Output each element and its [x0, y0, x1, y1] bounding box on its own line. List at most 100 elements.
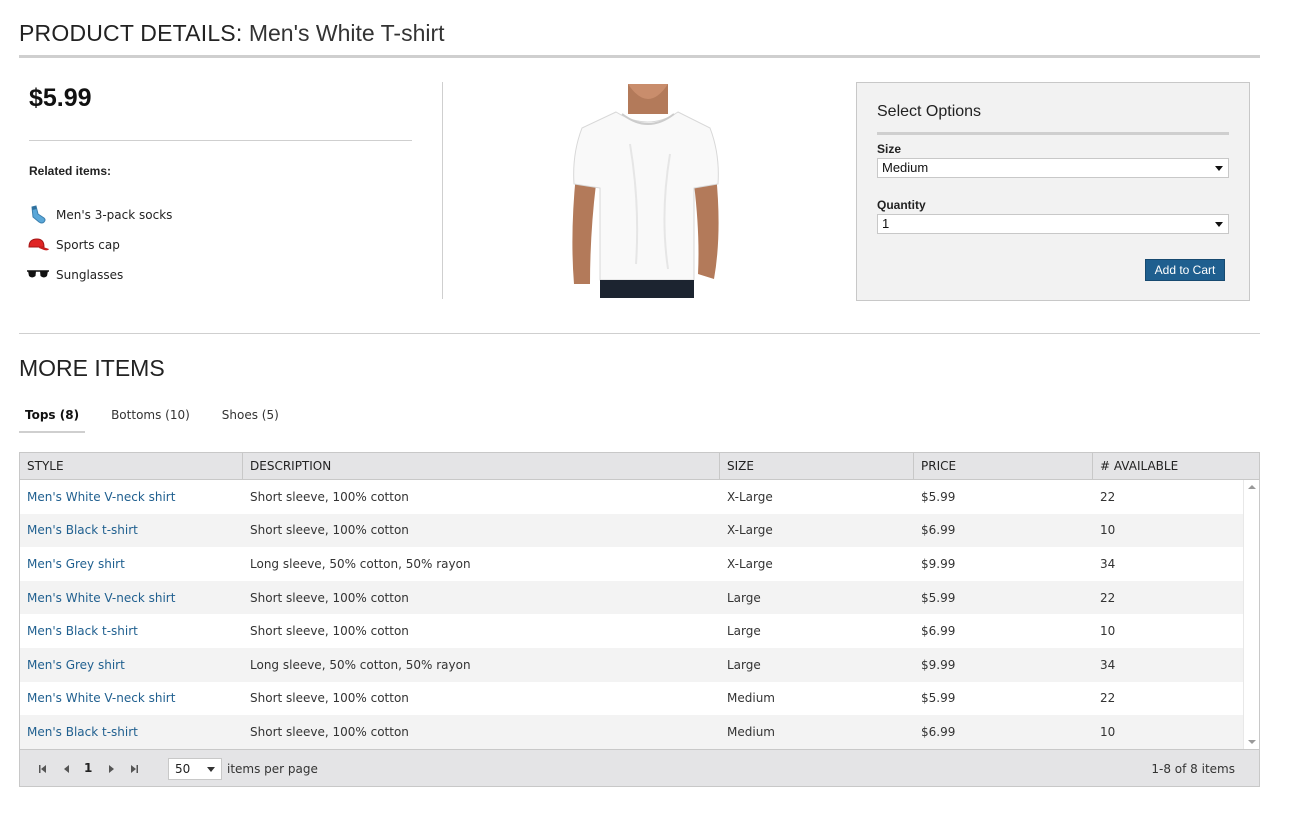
divider — [29, 140, 412, 141]
add-to-cart-button[interactable]: Add to Cart — [1145, 259, 1225, 281]
size-label: Size — [877, 142, 902, 156]
grid-body: Men's White V-neck shirt Short sleeve, 10… — [20, 480, 1243, 749]
item-style-link[interactable]: Men's White V-neck shirt — [20, 490, 243, 504]
quantity-select-value: 1 — [882, 216, 890, 231]
column-header-available[interactable]: # AVAILABLE — [1093, 453, 1259, 479]
items-grid: STYLE DESCRIPTION SIZE PRICE # AVAILABLE… — [19, 452, 1260, 787]
related-item-label: Sunglasses — [56, 268, 124, 282]
related-item[interactable]: Men's 3-pack socks — [26, 200, 172, 230]
item-style-link[interactable]: Men's Black t-shirt — [20, 725, 243, 739]
column-header-price[interactable]: PRICE — [914, 453, 1093, 479]
size-select-value: Medium — [882, 160, 929, 175]
cell-size: Large — [727, 657, 761, 672]
chevron-down-icon — [1215, 166, 1223, 171]
more-items-title: MORE ITEMS — [19, 355, 165, 381]
page-title-label: PRODUCT DETAILS: — [19, 20, 243, 46]
item-style-link[interactable]: Men's White V-neck shirt — [20, 591, 243, 605]
cell-description: Long sleeve, 50% cotton, 50% rayon — [250, 657, 471, 672]
related-item[interactable]: Sunglasses — [26, 260, 172, 290]
tab-bottoms[interactable]: Bottoms (10) — [105, 400, 196, 433]
cell-price: $5.99 — [921, 590, 956, 605]
item-style-link[interactable]: Men's Grey shirt — [20, 658, 243, 672]
cell-size: X-Large — [727, 489, 773, 504]
size-select[interactable]: Medium — [877, 158, 1229, 178]
cell-description: Short sleeve, 100% cotton — [250, 724, 409, 739]
table-row[interactable]: Men's Black t-shirt Short sleeve, 100% co… — [20, 715, 1243, 749]
pager: 1 50 items per page 1-8 of 8 items — [20, 749, 1259, 786]
column-header-style[interactable]: STYLE — [20, 453, 243, 479]
next-page-icon[interactable] — [104, 762, 118, 776]
related-item-label: Sports cap — [56, 238, 120, 252]
product-price: $5.99 — [29, 84, 92, 112]
cell-available: 34 — [1100, 657, 1116, 672]
scroll-down-icon[interactable] — [1248, 740, 1256, 744]
grid-header: STYLE DESCRIPTION SIZE PRICE # AVAILABLE — [20, 453, 1259, 480]
current-page-number[interactable]: 1 — [84, 761, 92, 775]
table-row[interactable]: Men's White V-neck shirt Short sleeve, 10… — [20, 580, 1243, 615]
product-image — [560, 84, 732, 298]
quantity-label: Quantity — [877, 198, 926, 212]
cell-available: 34 — [1100, 556, 1116, 571]
table-row[interactable]: Men's Grey shirt Long sleeve, 50% cotton,… — [20, 547, 1243, 581]
page-size-select[interactable]: 50 — [168, 758, 222, 780]
cell-price: $9.99 — [921, 556, 956, 571]
item-style-link[interactable]: Men's Grey shirt — [20, 557, 243, 571]
cell-price: $6.99 — [921, 624, 956, 639]
sunglasses-icon — [26, 265, 50, 285]
cell-description: Short sleeve, 100% cotton — [250, 624, 409, 639]
page-title-product: Men's White T-shirt — [242, 20, 445, 46]
item-style-link[interactable]: Men's White V-neck shirt — [20, 691, 243, 705]
tab-tops[interactable]: Tops (8) — [19, 400, 86, 433]
related-items-list: Men's 3-pack socks Sports cap Sunglasses — [26, 200, 172, 290]
pager-info: 1-8 of 8 items — [1151, 762, 1235, 776]
cell-size: Medium — [727, 724, 775, 739]
related-item[interactable]: Sports cap — [26, 230, 172, 260]
item-style-link[interactable]: Men's Black t-shirt — [20, 523, 243, 537]
items-per-page-label: items per page — [227, 762, 318, 776]
cell-description: Short sleeve, 100% cotton — [250, 489, 409, 504]
scroll-up-icon[interactable] — [1248, 485, 1256, 489]
tab-shoes[interactable]: Shoes (5) — [216, 400, 285, 433]
cell-size: Large — [727, 624, 761, 639]
first-page-icon[interactable] — [36, 762, 50, 776]
related-item-label: Men's 3-pack socks — [56, 208, 173, 222]
cell-price: $5.99 — [921, 691, 956, 706]
quantity-select[interactable]: 1 — [877, 214, 1229, 234]
cell-size: X-Large — [727, 556, 773, 571]
column-header-size[interactable]: SIZE — [720, 453, 914, 479]
cell-price: $6.99 — [921, 724, 956, 739]
cell-description: Long sleeve, 50% cotton, 50% rayon — [250, 556, 471, 571]
chevron-down-icon — [1215, 222, 1223, 227]
column-header-description[interactable]: DESCRIPTION — [243, 453, 720, 479]
cell-available: 10 — [1100, 624, 1116, 639]
cell-description: Short sleeve, 100% cotton — [250, 691, 409, 706]
last-page-icon[interactable] — [127, 762, 141, 776]
options-title: Select Options — [877, 103, 1229, 135]
cell-size: Large — [727, 590, 761, 605]
select-options-panel: Select Options Size Medium Quantity 1 Ad… — [856, 82, 1250, 301]
socks-icon — [26, 205, 50, 225]
cell-available: 10 — [1100, 724, 1116, 739]
table-row[interactable]: Men's Black t-shirt Short sleeve, 100% co… — [20, 513, 1243, 548]
cell-size: X-Large — [727, 523, 773, 538]
cell-available: 22 — [1100, 590, 1116, 605]
section-divider — [19, 333, 1260, 334]
cell-available: 22 — [1100, 489, 1116, 504]
item-style-link[interactable]: Men's Black t-shirt — [20, 624, 243, 638]
chevron-down-icon — [207, 767, 215, 772]
table-row[interactable]: Men's White V-neck shirt Short sleeve, 10… — [20, 682, 1243, 716]
page-size-value: 50 — [175, 762, 191, 776]
cell-size: Medium — [727, 691, 775, 706]
cell-price: $5.99 — [921, 489, 956, 504]
related-items-title: Related items: — [29, 164, 112, 178]
table-row[interactable]: Men's Black t-shirt Short sleeve, 100% co… — [20, 614, 1243, 648]
cell-price: $6.99 — [921, 523, 956, 538]
page-title: PRODUCT DETAILS: Men's White T-shirt — [19, 20, 1260, 58]
cell-description: Short sleeve, 100% cotton — [250, 590, 409, 605]
vertical-scrollbar[interactable] — [1243, 480, 1259, 749]
cell-available: 22 — [1100, 691, 1116, 706]
table-row[interactable]: Men's White V-neck shirt Short sleeve, 10… — [20, 480, 1243, 514]
table-row[interactable]: Men's Grey shirt Long sleeve, 50% cotton,… — [20, 647, 1243, 682]
cell-price: $9.99 — [921, 657, 956, 672]
previous-page-icon[interactable] — [60, 762, 74, 776]
